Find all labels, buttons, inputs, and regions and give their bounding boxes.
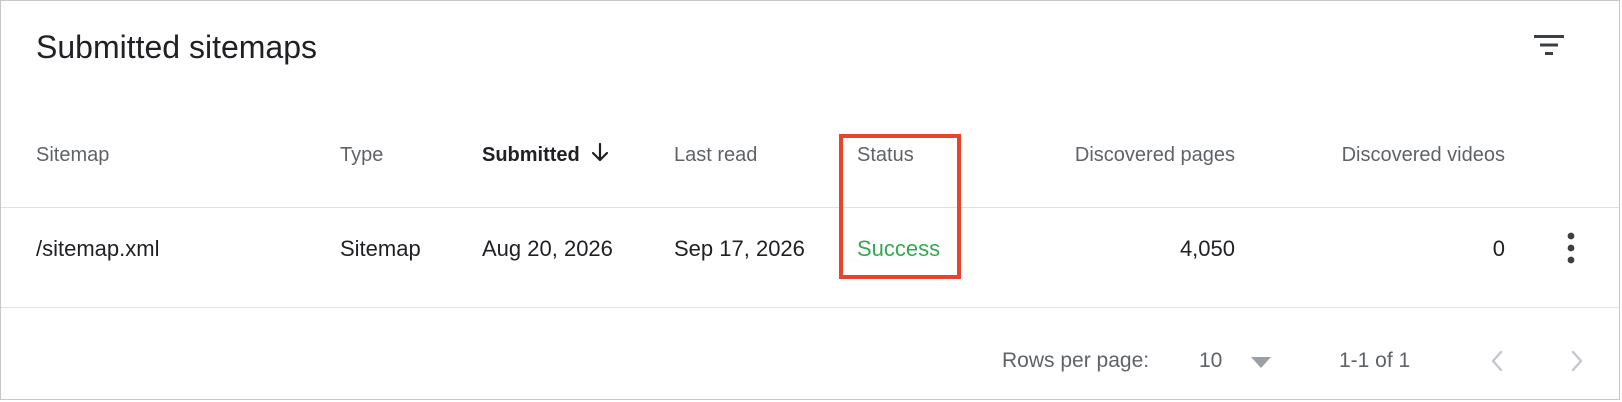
cell-discovered-pages: 4,050 [1179,236,1235,261]
status-highlight-box [839,134,961,279]
cell-type: Sitemap [340,236,421,261]
column-header-discovered-videos[interactable]: Discovered videos [1301,141,1505,169]
cell-sitemap: /sitemap.xml [36,236,160,261]
column-header-submitted[interactable]: Submitted [482,141,610,172]
column-header-discovered-pages[interactable]: Discovered pages [1041,141,1235,169]
header-divider [1,207,1619,208]
submitted-sitemaps-card: Submitted sitemaps Sitemap Type Submitte… [0,0,1620,400]
rows-per-page-value: 10 [1199,349,1223,372]
next-page-button[interactable] [1557,341,1597,381]
rows-per-page-select[interactable]: 10 [1191,341,1279,381]
row-divider [1,307,1619,308]
dropdown-arrow-icon [1251,356,1271,374]
pagination-range: 1-1 of 1 [1339,349,1411,372]
row-more-button[interactable] [1551,226,1591,270]
cell-discovered-videos: 0 [1492,236,1505,261]
rows-per-page-label: Rows per page: [1002,349,1150,372]
filter-button[interactable] [1527,23,1571,67]
arrow-down-icon [590,142,610,172]
cell-submitted: Aug 20, 2026 [482,236,613,261]
card-title: Submitted sitemaps [36,29,318,65]
cell-last-read: Sep 17, 2026 [674,236,805,261]
column-header-type[interactable]: Type [340,141,383,169]
column-header-last-read[interactable]: Last read [674,141,757,169]
column-header-submitted-label: Submitted [482,144,580,166]
chevron-right-icon [1571,350,1583,372]
more-vert-icon [1567,232,1575,264]
previous-page-button[interactable] [1477,341,1517,381]
chevron-left-icon [1491,350,1503,372]
filter-list-icon [1534,35,1564,55]
column-header-sitemap[interactable]: Sitemap [36,141,109,169]
